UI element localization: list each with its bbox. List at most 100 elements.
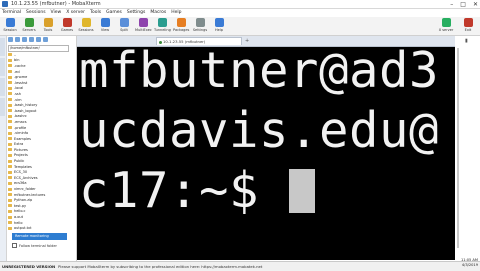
toolbar-button-tools[interactable]: Tools (40, 18, 56, 32)
sidebar-vertical-tabs (0, 36, 7, 261)
menu-xserver[interactable]: X server (66, 9, 85, 16)
window-title: 10.1.23.55 (mfbutner) - MobaXterm (11, 1, 101, 7)
file-name: .viminfo (14, 131, 29, 136)
folder-icon (8, 98, 12, 102)
toolbar-button-servers[interactable]: Servers (21, 18, 37, 32)
toolbar-button-label: View (100, 28, 110, 32)
file-name: ecs36a (14, 181, 27, 186)
toolbar-button-label: Session (3, 28, 17, 32)
folder-icon (8, 187, 12, 191)
file-name: Templates (14, 164, 32, 169)
folder-icon (8, 81, 12, 85)
sidebar-tab-macros[interactable] (0, 78, 5, 96)
terminal-line: mfbutner@ad3 (79, 47, 440, 99)
clock-time: 11:05 AM (460, 258, 478, 262)
toolbar-button-packages[interactable]: Packages (173, 18, 189, 32)
app-icon (2, 1, 8, 7)
session-tab[interactable]: 10.1.23.55 (mfbutner) (156, 37, 242, 45)
toolbar-button-session[interactable]: Session (2, 18, 18, 32)
new-tab-icon[interactable]: + (245, 38, 249, 44)
folder-icon (8, 70, 12, 74)
file-name: .local (14, 86, 24, 91)
window-controls: – □ ✕ (450, 0, 478, 8)
folder-icon (8, 103, 12, 107)
toolbar-button-view[interactable]: View (97, 18, 113, 32)
remote-monitoring-button[interactable]: Remote monitoring (12, 233, 67, 240)
file-name: .profile (14, 125, 27, 130)
menu-settings[interactable]: Settings (127, 9, 145, 16)
terminal-scrollbar[interactable] (457, 48, 459, 248)
new-folder-icon[interactable] (22, 37, 27, 42)
toolbar-button-exit[interactable]: Exit (460, 18, 476, 32)
folder-icon (8, 148, 12, 152)
terminal-prompt-line: c17:~$ (79, 161, 316, 221)
file-name: ECS_Archives (14, 175, 38, 180)
sidebar-tab-tools[interactable] (0, 58, 5, 76)
folder-icon (8, 204, 12, 208)
toolbar-button-label: Help (215, 28, 223, 32)
sidebar-tab-sftp[interactable] (0, 98, 5, 116)
checkbox-icon[interactable] (12, 243, 17, 248)
minimize-button[interactable]: – (450, 1, 453, 8)
terminal-area[interactable]: mfbutner@ad3 ucdavis.edu@ c17:~$ (77, 47, 455, 260)
toolbar-button-label: Tunneling (154, 28, 171, 32)
file-name: hello.c (14, 209, 26, 214)
menu-tools[interactable]: Tools (90, 9, 101, 16)
session-status-icon (159, 41, 162, 44)
monitor-icon (5, 18, 15, 27)
folder-icon (8, 181, 12, 185)
folder-icon (8, 193, 12, 197)
view-icon (100, 18, 110, 27)
path-input[interactable]: /home/mfbutner/ (8, 45, 69, 52)
menu-terminal[interactable]: Terminal (2, 9, 21, 16)
toolbar-button-label: Settings (192, 28, 208, 32)
pin-icon[interactable]: ▮ (465, 38, 468, 44)
file-name: Projects (14, 153, 28, 158)
menu-view[interactable]: View (51, 9, 62, 16)
toolbar-button-label: Packages (173, 28, 190, 32)
main-toolbar: Session Servers Tools Games Sessions View Spli… (0, 17, 480, 36)
sftp-sidebar: /home/mfbutner/ .. bin .cache .ecl .gnome .le… (0, 36, 77, 261)
toolbar-button-x-server[interactable]: X server (438, 18, 454, 32)
folder-icon (8, 92, 12, 96)
toolbar-button-label: Games (60, 28, 74, 32)
file-name: a.out (14, 215, 23, 220)
file-name: .ecl (14, 69, 21, 74)
xserver-icon (441, 18, 451, 27)
toolbar-button-help[interactable]: Help (211, 18, 227, 32)
file-name: .vim (14, 97, 22, 102)
file-name: .bash_history (14, 103, 38, 108)
toolbar-button-split[interactable]: Split (116, 18, 132, 32)
delete-icon[interactable] (43, 37, 48, 42)
file-list-item[interactable]: output.txt (8, 225, 75, 231)
toolbar-button-multiexec[interactable]: MultiExec (135, 18, 152, 32)
sidebar-tab-sessions[interactable] (0, 38, 5, 56)
menu-bar: Terminal Sessions View X server Tools Ga… (0, 9, 480, 16)
file-name: Public (14, 159, 25, 164)
toolbar-button-settings[interactable]: Settings (192, 18, 208, 32)
folder-icon (8, 198, 12, 202)
up-folder-icon[interactable] (8, 37, 13, 42)
menu-macros[interactable]: Macros (150, 9, 166, 16)
toolbar-button-tunneling[interactable]: Tunneling (154, 18, 171, 32)
session-tab-strip: 10.1.23.55 (mfbutner) + (77, 36, 475, 47)
menu-games[interactable]: Games (106, 9, 122, 16)
maximize-button[interactable]: □ (460, 1, 466, 8)
toolbar-button-label: Tools (43, 28, 53, 32)
download-icon[interactable] (36, 37, 41, 42)
folder-icon (8, 153, 12, 157)
folder-icon (8, 170, 12, 174)
file-name: bin (14, 58, 20, 63)
menu-help[interactable]: Help (171, 9, 181, 16)
toolbar-button-sessions[interactable]: Sessions (78, 18, 94, 32)
close-button[interactable]: ✕ (473, 1, 478, 8)
toolbar-button-games[interactable]: Games (59, 18, 75, 32)
refresh-icon[interactable] (15, 37, 20, 42)
file-name: Extra (14, 142, 24, 147)
menu-sessions[interactable]: Sessions (26, 9, 46, 16)
folder-icon (8, 226, 12, 230)
upload-icon[interactable] (29, 37, 34, 42)
file-name: .emacs (14, 119, 27, 124)
folder-icon (8, 137, 12, 141)
follow-terminal-checkbox[interactable]: Follow terminal folder (12, 243, 57, 248)
